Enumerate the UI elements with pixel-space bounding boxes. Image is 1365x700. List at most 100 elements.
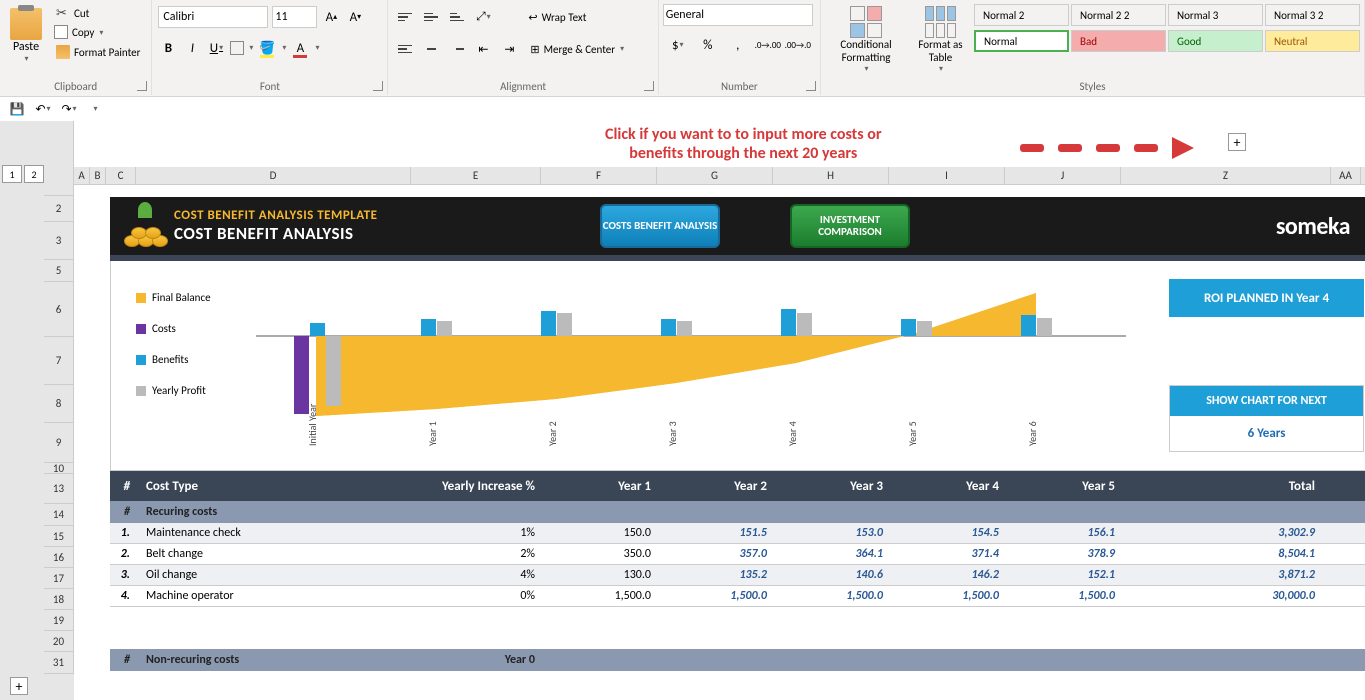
row-header[interactable]: 2 [44, 196, 74, 222]
merge-icon: ⊞ [530, 43, 539, 56]
expand-rows-button[interactable]: + [10, 677, 28, 695]
chart-range-value[interactable]: 6 Years [1170, 416, 1363, 451]
align-bottom-button[interactable] [446, 6, 468, 28]
align-top-button[interactable] [394, 6, 416, 28]
decrease-indent-button[interactable]: ⇤ [472, 38, 494, 60]
merge-center-button[interactable]: ⊞Merge & Center▾ [524, 41, 630, 58]
table-row[interactable]: 3.Oil change4%130.0135.2140.6146.2152.13… [110, 565, 1365, 586]
row-header[interactable]: 14 [44, 504, 74, 526]
col-outline-2[interactable]: 2 [24, 165, 44, 183]
row-header[interactable]: 3 [44, 222, 74, 260]
increase-decimal-button[interactable]: .0→.00 [755, 34, 781, 56]
borders-button[interactable] [230, 41, 244, 55]
col-header-z[interactable]: Z [1121, 167, 1331, 184]
row-header[interactable]: 7 [44, 337, 74, 385]
chevron-down-icon[interactable]: ▾ [282, 43, 286, 53]
orientation-button[interactable]: ⤢▾ [472, 6, 494, 28]
col-header-e[interactable]: E [411, 167, 541, 184]
dialog-launcher-icon[interactable] [806, 81, 816, 91]
decrease-font-button[interactable]: A▾ [345, 7, 365, 27]
group-label: Alignment [388, 80, 657, 93]
table-row[interactable]: 4.Machine operator0%1,500.01,500.01,500.… [110, 586, 1365, 607]
col-header-c[interactable]: C [106, 167, 136, 184]
row-header[interactable]: 6 [44, 282, 74, 337]
format-painter-button[interactable]: Format Painter [52, 43, 144, 61]
chart-legend: Final Balance Costs Benefits Yearly Prof… [136, 291, 211, 397]
table-icon [925, 6, 957, 38]
row-header[interactable]: 5 [44, 260, 74, 282]
worksheet[interactable]: COST BENEFIT ANALYSIS TEMPLATE COST BENE… [74, 185, 1365, 700]
row-header[interactable]: 20 [44, 631, 74, 652]
style-normal2[interactable]: Normal 2 [974, 4, 1069, 26]
decrease-decimal-button[interactable]: .00→.0 [785, 34, 811, 56]
style-bad[interactable]: Bad [1071, 30, 1166, 52]
underline-button[interactable]: U▾ [206, 38, 226, 58]
row-header[interactable] [44, 185, 74, 196]
col-header-f[interactable]: F [541, 167, 657, 184]
row-header[interactable]: 16 [44, 547, 74, 568]
col-header-g[interactable]: G [657, 167, 773, 184]
bold-button[interactable]: B [158, 38, 178, 58]
chevron-down-icon[interactable]: ▾ [249, 43, 253, 53]
row-header[interactable]: 17 [44, 568, 74, 589]
costs-benefit-analysis-button[interactable]: COSTS BENEFIT ANALYSIS [600, 204, 720, 248]
save-button[interactable]: 💾 [8, 100, 26, 118]
italic-button[interactable]: I [182, 38, 202, 58]
align-middle-button[interactable] [420, 6, 442, 28]
format-as-table-button[interactable]: Format as Table▾ [907, 4, 974, 76]
paste-button[interactable]: Paste ▾ [4, 4, 48, 68]
col-header-d[interactable]: D [136, 167, 411, 184]
chevron-down-icon[interactable]: ▾ [315, 43, 319, 53]
wrap-text-button[interactable]: ↩Wrap Text [522, 9, 592, 26]
customize-qat-button[interactable]: ▾ [86, 100, 104, 118]
style-normal3[interactable]: Normal 3 [1168, 4, 1263, 26]
col-header-j[interactable]: J [1005, 167, 1121, 184]
currency-button[interactable]: $▾ [665, 34, 691, 56]
style-normal22[interactable]: Normal 2 2 [1071, 4, 1166, 26]
conditional-formatting-button[interactable]: Conditional Formatting▾ [825, 4, 907, 76]
col-header-a[interactable]: A [74, 167, 90, 184]
undo-button[interactable]: ↶▾ [34, 100, 52, 118]
investment-comparison-button[interactable]: INVESTMENT COMPARISON [790, 204, 910, 248]
row-header[interactable]: 13 [44, 474, 74, 504]
style-neutral[interactable]: Neutral [1265, 30, 1360, 52]
copy-button[interactable]: Copy ▾ [52, 24, 144, 41]
col-header-i[interactable]: I [889, 167, 1005, 184]
align-right-button[interactable] [446, 38, 468, 60]
comma-button[interactable]: , [725, 34, 751, 56]
table-row[interactable]: 2.Belt change2%350.0357.0364.1371.4378.9… [110, 544, 1365, 565]
font-size-select[interactable] [272, 6, 317, 28]
dialog-launcher-icon[interactable] [373, 81, 383, 91]
col-header-h[interactable]: H [773, 167, 889, 184]
increase-font-button[interactable]: A▴ [321, 7, 341, 27]
table-row[interactable]: 1.Maintenance check1%150.0151.5153.0154.… [110, 523, 1365, 544]
row-header[interactable]: 31 [44, 652, 74, 674]
percent-button[interactable]: % [695, 34, 721, 56]
col-outline-1[interactable]: 1 [2, 165, 22, 183]
style-normal[interactable]: Normal [974, 30, 1069, 52]
dialog-launcher-icon[interactable] [137, 81, 147, 91]
align-left-button[interactable] [394, 38, 416, 60]
font-color-button[interactable]: A [290, 38, 310, 58]
row-header[interactable]: 15 [44, 526, 74, 547]
row-header[interactable]: 18 [44, 589, 74, 610]
annotation-arrow [1020, 137, 1194, 159]
cut-button[interactable]: ✂ Cut [52, 4, 144, 22]
expand-columns-button[interactable]: + [1228, 133, 1246, 151]
increase-indent-button[interactable]: ⇥ [498, 38, 520, 60]
align-center-button[interactable] [420, 38, 442, 60]
row-header[interactable]: 9 [44, 423, 74, 463]
col-header-aa[interactable]: AA [1331, 167, 1361, 184]
roi-button[interactable]: ROI PLANNED IN Year 4 [1169, 279, 1364, 317]
redo-button[interactable]: ↷▾ [60, 100, 78, 118]
row-header[interactable]: 19 [44, 610, 74, 631]
row-header[interactable]: 8 [44, 385, 74, 423]
style-normal32[interactable]: Normal 3 2 [1265, 4, 1360, 26]
col-header-b[interactable]: B [90, 167, 106, 184]
dialog-launcher-icon[interactable] [644, 81, 654, 91]
font-name-select[interactable] [158, 6, 268, 28]
row-header[interactable]: 10 [44, 463, 74, 474]
style-good[interactable]: Good [1168, 30, 1263, 52]
fill-color-button[interactable]: 🪣 [257, 38, 277, 58]
number-format-select[interactable] [663, 4, 813, 26]
